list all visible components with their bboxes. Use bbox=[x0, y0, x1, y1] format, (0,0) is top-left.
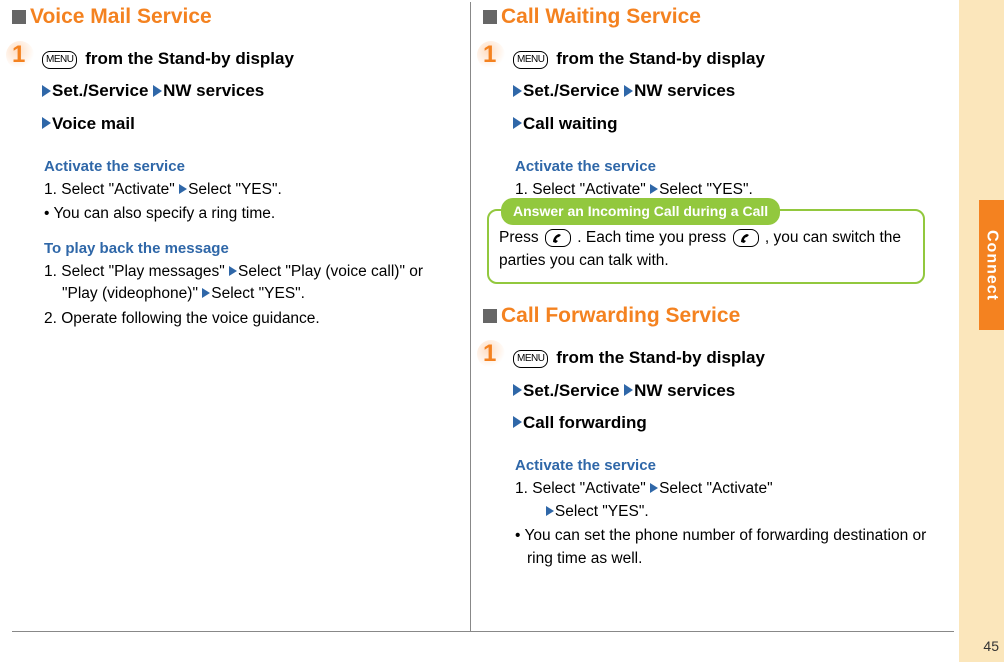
bullet-item: • You can also specify a ring time. bbox=[44, 203, 458, 225]
list-item: 2. Operate following the voice guidance. bbox=[44, 308, 458, 330]
triangle-icon bbox=[546, 506, 554, 516]
step-part: Set./Service bbox=[523, 381, 619, 400]
step-body: MENU from the Stand-by display Set./Serv… bbox=[42, 43, 294, 140]
step-1: 1 MENU from the Stand-by display Set./Se… bbox=[12, 43, 458, 140]
text: 1. Select "Activate" bbox=[515, 181, 646, 198]
text: 1. Select "Play messages" bbox=[44, 263, 225, 280]
step-body: MENU from the Stand-by display Set./Serv… bbox=[513, 342, 765, 439]
sub-body: 1. Select "Play messages" Select "Play (… bbox=[44, 261, 458, 330]
text: Select "Activate" bbox=[659, 480, 773, 497]
text: Select "YES". bbox=[188, 181, 282, 198]
triangle-icon bbox=[650, 483, 658, 493]
step-text: from the Stand-by display bbox=[85, 49, 294, 68]
callout-text: Press bbox=[499, 229, 543, 246]
square-bullet-icon bbox=[483, 10, 497, 24]
triangle-icon bbox=[624, 85, 633, 97]
sub-activate: Activate the service 1. Select "Activate… bbox=[515, 158, 929, 201]
sub-activate: Activate the service 1. Select "Activate… bbox=[44, 158, 458, 226]
list-item: 1. Select "Play messages" Select "Play (… bbox=[44, 261, 458, 306]
triangle-icon bbox=[513, 416, 522, 428]
step-part: NW services bbox=[634, 381, 735, 400]
side-tab: Connect bbox=[959, 0, 1004, 662]
step-part: Call forwarding bbox=[523, 413, 647, 432]
sub-body: 1. Select "Activate" Select "YES". • You… bbox=[44, 179, 458, 226]
step-1: 1 MENU from the Stand-by display Set./Se… bbox=[483, 43, 929, 140]
list-item: 1. Select "Activate" Select "Activate" S… bbox=[515, 478, 929, 523]
sub-playback: To play back the message 1. Select "Play… bbox=[44, 240, 458, 330]
triangle-icon bbox=[153, 85, 162, 97]
step-text: from the Stand-by display bbox=[556, 348, 765, 367]
call-key-icon bbox=[545, 229, 571, 247]
step-part: NW services bbox=[634, 81, 735, 100]
step-number: 1 bbox=[12, 43, 42, 140]
sub-title: Activate the service bbox=[515, 457, 929, 474]
triangle-icon bbox=[42, 117, 51, 129]
text: Select "YES". bbox=[211, 285, 305, 302]
step-part: Set./Service bbox=[523, 81, 619, 100]
sub-body: 1. Select "Activate" Select "Activate" S… bbox=[515, 478, 929, 570]
step-part: Voice mail bbox=[52, 114, 135, 133]
triangle-icon bbox=[229, 266, 237, 276]
triangle-icon bbox=[650, 184, 658, 194]
list-item: 1. Select "Activate" Select "YES". bbox=[44, 179, 458, 201]
section-title-text: Call Forwarding Service bbox=[501, 304, 740, 328]
sub-title: To play back the message bbox=[44, 240, 458, 257]
section-title-call-forwarding: Call Forwarding Service bbox=[483, 304, 929, 328]
section-title-text: Voice Mail Service bbox=[30, 5, 212, 29]
section-title-text: Call Waiting Service bbox=[501, 5, 701, 29]
page-number: 45 bbox=[983, 638, 999, 654]
callout-title: Answer an Incoming Call during a Call bbox=[501, 198, 780, 224]
menu-button-icon: MENU bbox=[513, 51, 548, 69]
square-bullet-icon bbox=[483, 309, 497, 323]
step-1: 1 MENU from the Stand-by display Set./Se… bbox=[483, 342, 929, 439]
call-key-icon bbox=[733, 229, 759, 247]
triangle-icon bbox=[624, 384, 633, 396]
triangle-icon bbox=[179, 184, 187, 194]
footer-line bbox=[12, 631, 954, 632]
sub-title: Activate the service bbox=[515, 158, 929, 175]
triangle-icon bbox=[513, 384, 522, 396]
menu-button-icon: MENU bbox=[42, 51, 77, 69]
triangle-icon bbox=[202, 288, 210, 298]
square-bullet-icon bbox=[12, 10, 26, 24]
sub-title: Activate the service bbox=[44, 158, 458, 175]
step-part: Call waiting bbox=[523, 114, 617, 133]
step-text: from the Stand-by display bbox=[556, 49, 765, 68]
step-part: Set./Service bbox=[52, 81, 148, 100]
menu-button-icon: MENU bbox=[513, 350, 548, 368]
section-title-voice-mail: Voice Mail Service bbox=[12, 5, 458, 29]
step-part: NW services bbox=[163, 81, 264, 100]
side-tab-label: Connect bbox=[979, 200, 1004, 330]
text: 1. Select "Activate" bbox=[515, 480, 646, 497]
step-number: 1 bbox=[483, 342, 513, 439]
step-number: 1 bbox=[483, 43, 513, 140]
triangle-icon bbox=[513, 117, 522, 129]
callout-answer-incoming: Answer an Incoming Call during a Call Pr… bbox=[487, 209, 925, 284]
text: Select "YES". bbox=[659, 181, 753, 198]
callout-text: . Each time you press bbox=[577, 229, 730, 246]
sub-activate: Activate the service 1. Select "Activate… bbox=[515, 457, 929, 570]
text: Select "YES". bbox=[555, 503, 649, 520]
triangle-icon bbox=[42, 85, 51, 97]
step-body: MENU from the Stand-by display Set./Serv… bbox=[513, 43, 765, 140]
triangle-icon bbox=[513, 85, 522, 97]
bullet-item: • You can set the phone number of forwar… bbox=[515, 525, 929, 570]
section-title-call-waiting: Call Waiting Service bbox=[483, 5, 929, 29]
text: 1. Select "Activate" bbox=[44, 181, 175, 198]
